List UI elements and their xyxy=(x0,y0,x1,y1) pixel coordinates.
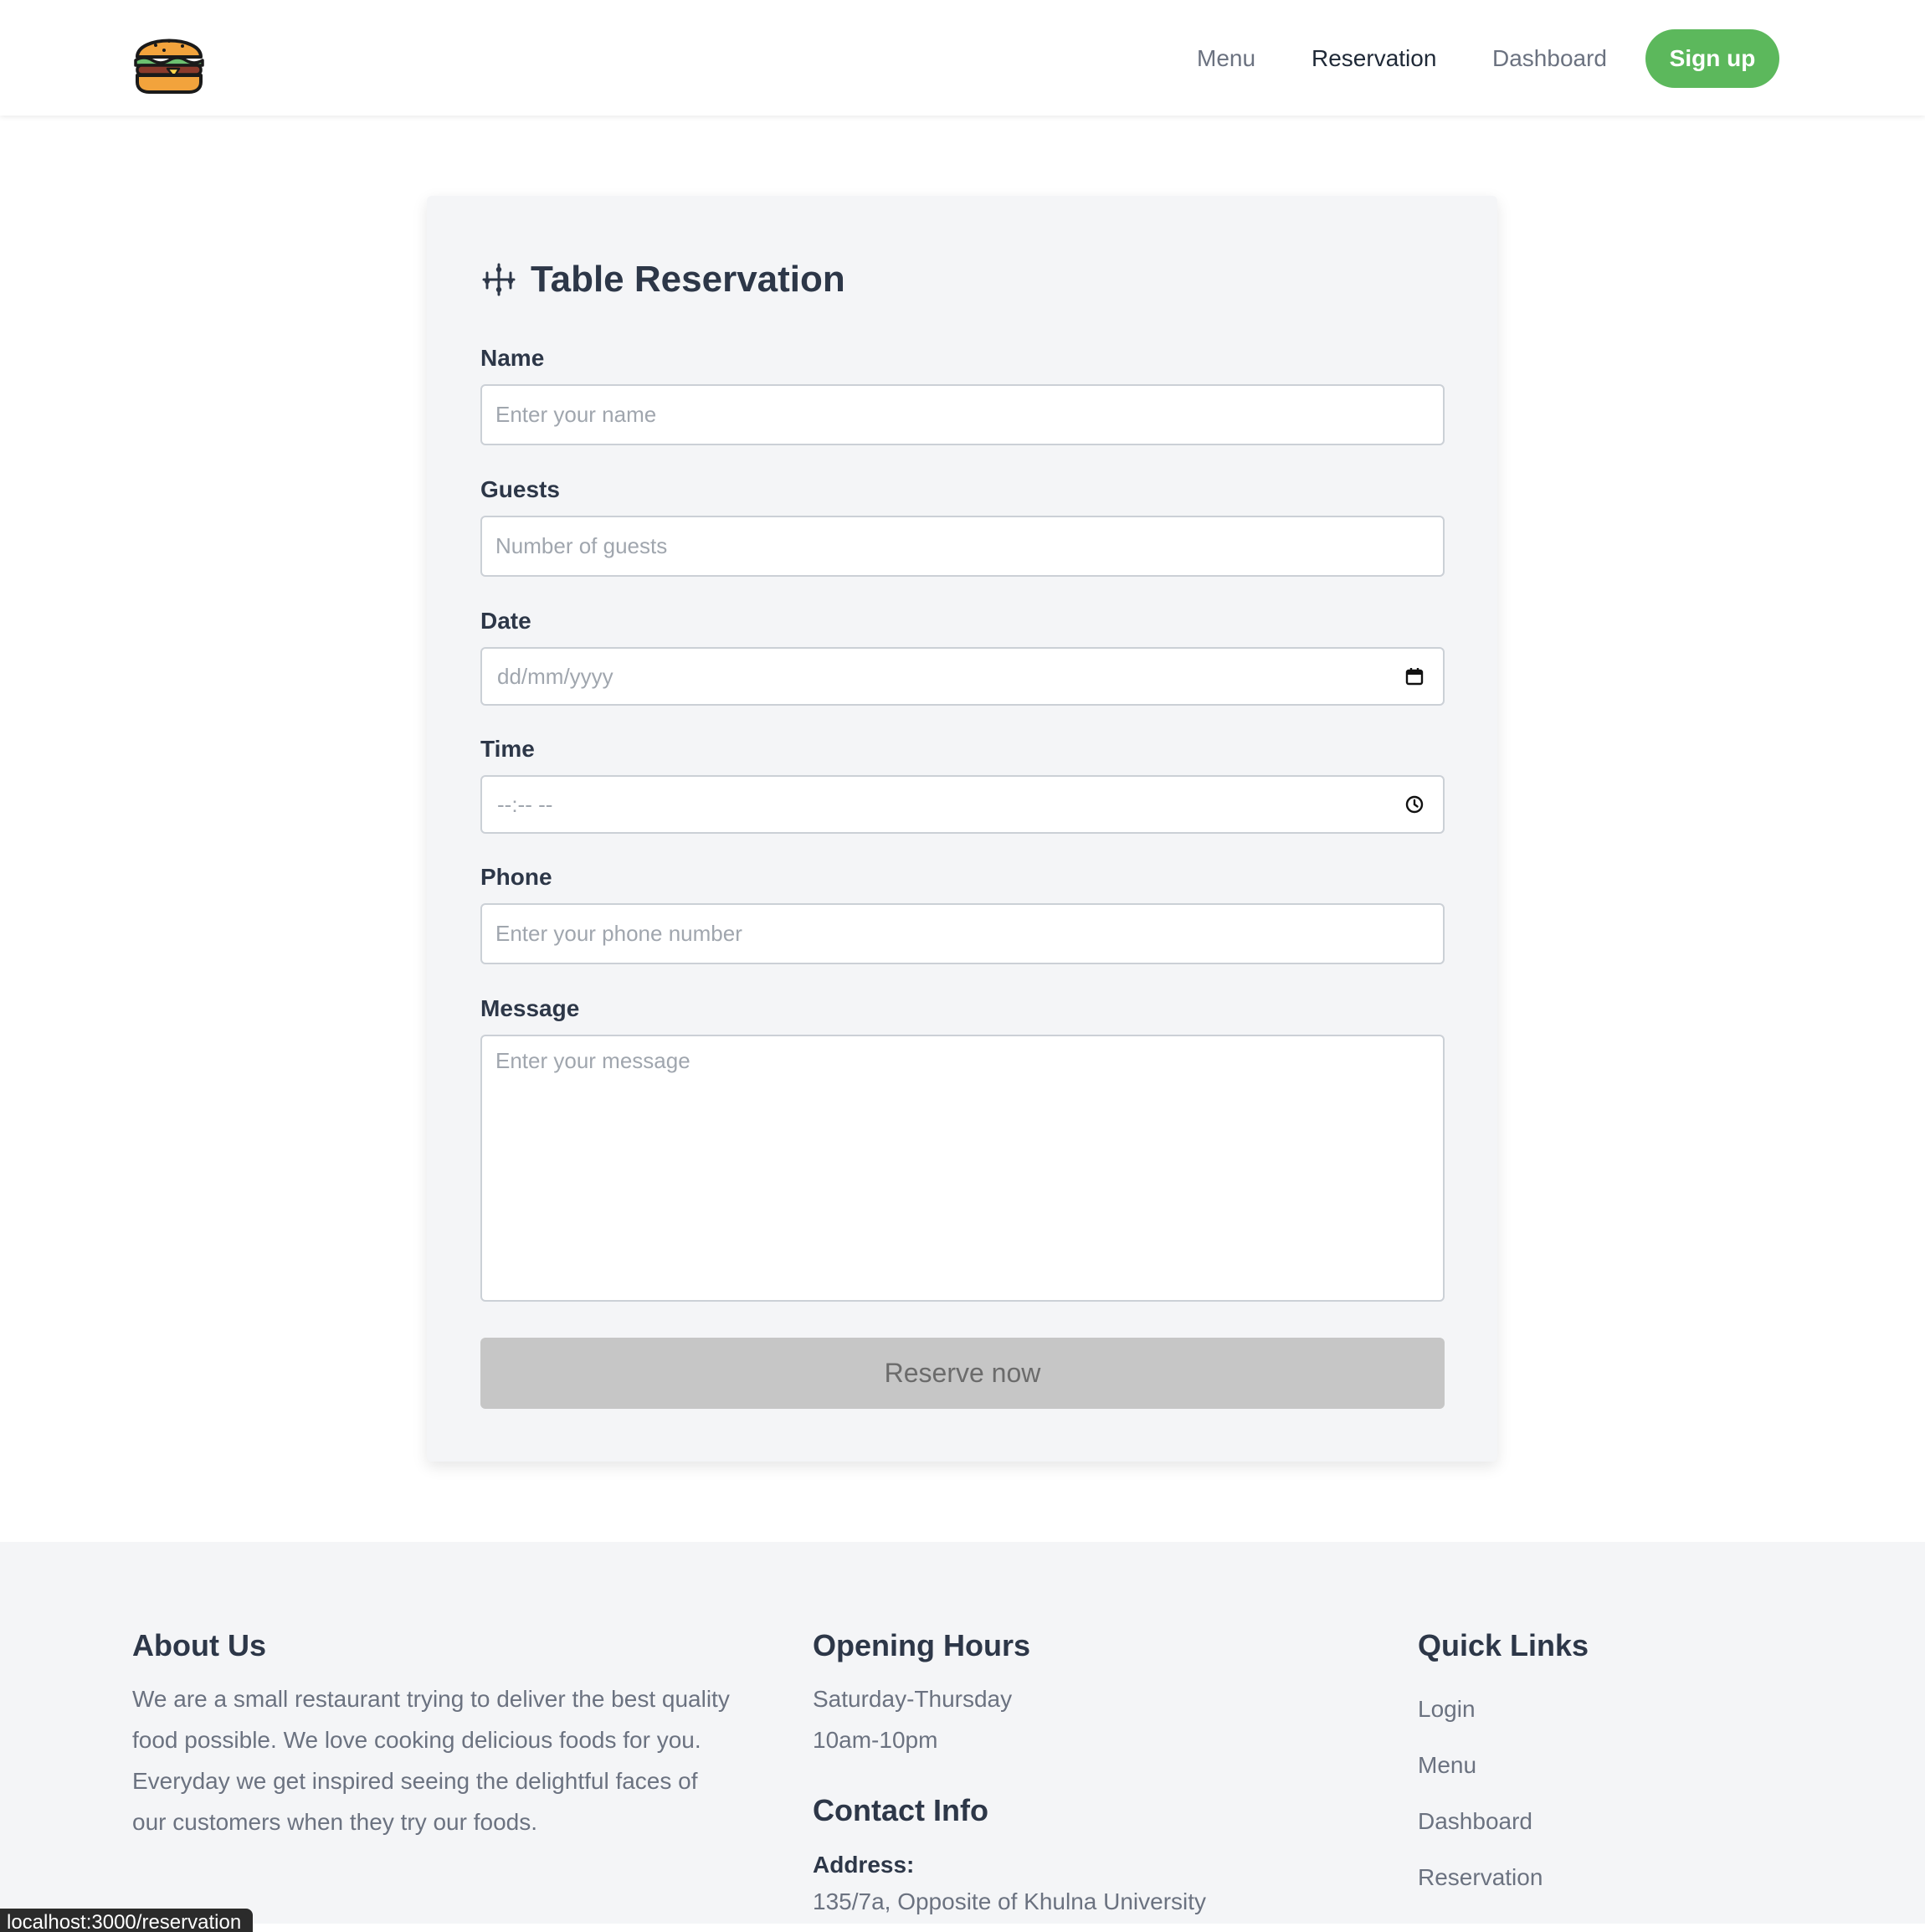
quick-link-reservation[interactable]: Reservation xyxy=(1418,1863,1543,1893)
opening-hours-heading: Opening Hours xyxy=(813,1628,1030,1662)
time-label: Time xyxy=(480,736,535,762)
quick-link-login[interactable]: Login xyxy=(1418,1694,1476,1724)
quick-link-dashboard[interactable]: Dashboard xyxy=(1418,1806,1532,1837)
nav-link-menu[interactable]: Menu xyxy=(1197,42,1255,75)
status-bar-url: localhost:3000/reservation xyxy=(0,1909,254,1932)
time-input[interactable]: --:-- -- xyxy=(480,775,1445,834)
reserve-button[interactable]: Reserve now xyxy=(480,1338,1445,1409)
footer: About Us We are a small restaurant tryin… xyxy=(0,1542,1925,1924)
cutlery-icon xyxy=(482,263,516,296)
guests-input[interactable] xyxy=(480,516,1445,577)
top-navbar: Menu Reservation Dashboard Sign up xyxy=(0,0,1925,116)
reservation-card: Table Reservation Name Guests Date dd/mm… xyxy=(427,196,1497,1462)
about-text: We are a small restaurant trying to deli… xyxy=(132,1686,730,1835)
contact-heading: Contact Info xyxy=(813,1793,988,1827)
quick-links-heading: Quick Links xyxy=(1418,1628,1589,1662)
address-label: Address: xyxy=(813,1852,915,1878)
date-placeholder: dd/mm/yyyy xyxy=(497,664,613,689)
name-input[interactable] xyxy=(480,384,1445,445)
nav-link-dashboard[interactable]: Dashboard xyxy=(1492,42,1607,75)
quick-link-menu[interactable]: Menu xyxy=(1418,1750,1476,1780)
address-text: 135/7a, Opposite of Khulna University xyxy=(813,1888,1207,1914)
message-label: Message xyxy=(480,995,580,1021)
nav-link-reservation[interactable]: Reservation xyxy=(1312,42,1436,75)
opening-days: Saturday-Thursday xyxy=(813,1686,1013,1712)
date-label: Date xyxy=(480,608,531,634)
message-textarea[interactable] xyxy=(480,1035,1445,1302)
phone-input[interactable] xyxy=(480,903,1445,964)
name-label: Name xyxy=(480,345,545,371)
burger-logo-icon[interactable] xyxy=(131,18,208,95)
about-heading: About Us xyxy=(132,1628,266,1662)
clock-icon[interactable] xyxy=(1404,794,1424,814)
date-input[interactable]: dd/mm/yyyy xyxy=(480,647,1445,706)
time-placeholder: --:-- -- xyxy=(497,792,553,817)
calendar-icon[interactable] xyxy=(1404,666,1424,686)
phone-label: Phone xyxy=(480,864,552,890)
opening-time: 10am-10pm xyxy=(813,1727,938,1753)
page-title: Table Reservation xyxy=(531,259,845,300)
signup-button[interactable]: Sign up xyxy=(1645,29,1779,88)
guests-label: Guests xyxy=(480,476,560,502)
card-title: Table Reservation xyxy=(480,256,845,303)
